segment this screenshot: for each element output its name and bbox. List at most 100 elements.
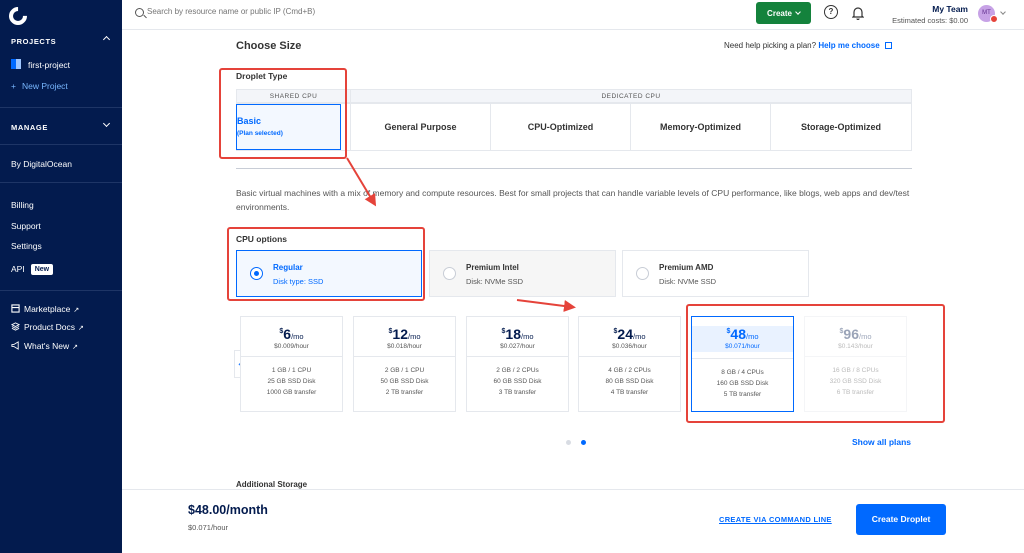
plan-mem-cpu: 2 GB / 2 CPUs (496, 367, 539, 374)
sidebar-divider (0, 144, 122, 145)
create-button[interactable]: Create (756, 2, 811, 24)
plan-disk: 80 GB SSD Disk (605, 378, 654, 385)
external-link-icon[interactable] (884, 42, 892, 49)
product-docs-label: Product Docs (24, 322, 76, 332)
external-link-icon: ↗ (78, 325, 84, 332)
sidebar-item-first-project[interactable]: first-project (28, 60, 70, 70)
projects-heading: PROJECTS (11, 37, 57, 46)
digitalocean-logo-icon[interactable] (5, 3, 31, 29)
hourly-price: $0.071/hour (188, 523, 229, 532)
search-input[interactable] (147, 7, 447, 16)
project-icon (11, 59, 21, 69)
plan-disk: 50 GB SSD Disk (380, 378, 429, 385)
marketplace-label: Marketplace (24, 304, 71, 314)
price-period: /mo (291, 332, 304, 341)
sidebar-divider (0, 290, 122, 291)
create-label: Create (767, 8, 792, 18)
search-icon (135, 8, 144, 17)
sidebar-item-product-docs[interactable]: Product Docs ↗ (11, 322, 84, 332)
sidebar-item-marketplace[interactable]: Marketplace ↗ (11, 304, 79, 314)
plan-hourly: $0.027/hour (500, 343, 535, 350)
cpu-option-title: Premium AMD (659, 263, 714, 272)
sidebar-divider (0, 107, 122, 108)
team-name: My Team (932, 4, 968, 14)
team-switcher[interactable]: My Team Estimated costs: $0.00 (880, 4, 968, 25)
plan-hourly: $0.009/hour (274, 343, 309, 350)
megaphone-icon (11, 341, 19, 350)
help-me-choose-link[interactable]: Help me choose (818, 41, 879, 50)
whats-new-label: What's New (24, 341, 70, 351)
summary-footer: $48.00/month $0.071/hour CREATE VIA COMM… (122, 489, 1024, 553)
new-badge: New (30, 264, 54, 275)
plan-card[interactable]: $18/mo $0.027/hour 2 GB / 2 CPUs 60 GB S… (466, 316, 569, 412)
plan-hourly: $0.018/hour (387, 343, 422, 350)
show-all-plans-link[interactable]: Show all plans (852, 437, 911, 447)
price-period: /mo (632, 332, 646, 341)
cpu-option-premium-amd[interactable]: Premium AMD Disk: NVMe SSD (622, 250, 809, 297)
page-title: Choose Size (236, 40, 302, 52)
plan-transfer: 1000 GB transfer (266, 389, 317, 396)
tab-cpu-optimized[interactable]: CPU-Optimized (490, 103, 631, 151)
manage-heading: MANAGE (11, 123, 48, 132)
manage-expand-icon[interactable] (102, 119, 111, 128)
docs-icon (11, 322, 20, 331)
tab-general-purpose[interactable]: General Purpose (350, 103, 491, 151)
projects-collapse-icon[interactable] (102, 35, 111, 44)
plan-disk: 25 GB SSD Disk (267, 378, 316, 385)
sidebar-item-billing[interactable]: Billing (11, 200, 34, 210)
tab-underline (236, 168, 912, 169)
new-project-link[interactable]: + New Project (11, 81, 68, 91)
dedicated-cpu-header: DEDICATED CPU (350, 89, 912, 103)
tab-memory-optimized[interactable]: Memory-Optimized (630, 103, 771, 151)
sidebar-item-api[interactable]: API New (11, 264, 54, 275)
create-droplet-button[interactable]: Create Droplet (856, 504, 946, 535)
api-label: API (11, 264, 25, 274)
cpu-option-disk: Disk: NVMe SSD (659, 277, 717, 286)
plan-transfer: 2 TB transfer (385, 389, 424, 396)
help-picking-plan: Need help picking a plan? Help me choose (724, 41, 892, 50)
avatar-status-badge (990, 15, 998, 23)
plan-price: 12 (392, 326, 408, 342)
annotation-box (227, 227, 425, 301)
chevron-down-icon (795, 8, 801, 15)
plan-transfer: 3 TB transfer (498, 389, 537, 396)
help-text: Need help picking a plan? (724, 41, 817, 50)
pager-dot[interactable] (566, 440, 571, 445)
cpu-option-disk: Disk: NVMe SSD (466, 277, 524, 286)
sidebar-item-by-digitalocean[interactable]: By DigitalOcean (11, 159, 72, 169)
plan-price: 18 (505, 326, 521, 342)
cpu-option-title: Premium Intel (466, 263, 519, 272)
sidebar-divider (0, 182, 122, 183)
external-link-icon: ↗ (72, 344, 78, 351)
tab-storage-optimized[interactable]: Storage-Optimized (770, 103, 912, 151)
annotation-box (219, 68, 347, 159)
radio-unselected[interactable] (636, 267, 649, 280)
external-link-icon: ↗ (73, 307, 80, 314)
price-period: /mo (407, 332, 421, 341)
droplet-type-description: Basic virtual machines with a mix of mem… (236, 188, 910, 212)
price-period: /mo (520, 332, 534, 341)
plan-card[interactable]: $6/mo $0.009/hour 1 GB / 1 CPU 25 GB SSD… (240, 316, 343, 412)
radio-unselected[interactable] (443, 267, 456, 280)
plan-mem-cpu: 1 GB / 1 CPU (271, 367, 312, 374)
plan-card[interactable]: $24/mo $0.036/hour 4 GB / 2 CPUs 80 GB S… (578, 316, 681, 412)
plan-transfer: 4 TB transfer (610, 389, 649, 396)
plus-icon: + (11, 81, 16, 91)
plan-mem-cpu: 2 GB / 1 CPU (384, 367, 425, 374)
sidebar-item-whats-new[interactable]: What's New ↗ (11, 341, 78, 351)
sidebar-item-settings[interactable]: Settings (11, 241, 42, 251)
plan-hourly: $0.036/hour (612, 343, 647, 350)
help-icon[interactable]: ? (824, 5, 838, 19)
marketplace-icon (11, 304, 20, 313)
cpu-option-premium-intel[interactable]: Premium Intel Disk: NVMe SSD (429, 250, 616, 297)
estimated-costs: Estimated costs: $0.00 (892, 16, 968, 25)
plan-card[interactable]: $12/mo $0.018/hour 2 GB / 1 CPU 50 GB SS… (353, 316, 456, 412)
bell-icon[interactable] (852, 6, 864, 20)
sidebar-item-support[interactable]: Support (11, 221, 41, 231)
annotation-box (686, 304, 945, 423)
monthly-price: $48.00/month (188, 503, 268, 517)
create-via-command-line-link[interactable]: CREATE VIA COMMAND LINE (719, 515, 832, 524)
plan-disk: 60 GB SSD Disk (493, 378, 542, 385)
pager-dot-active[interactable] (581, 440, 586, 445)
plan-price: 24 (617, 326, 633, 342)
